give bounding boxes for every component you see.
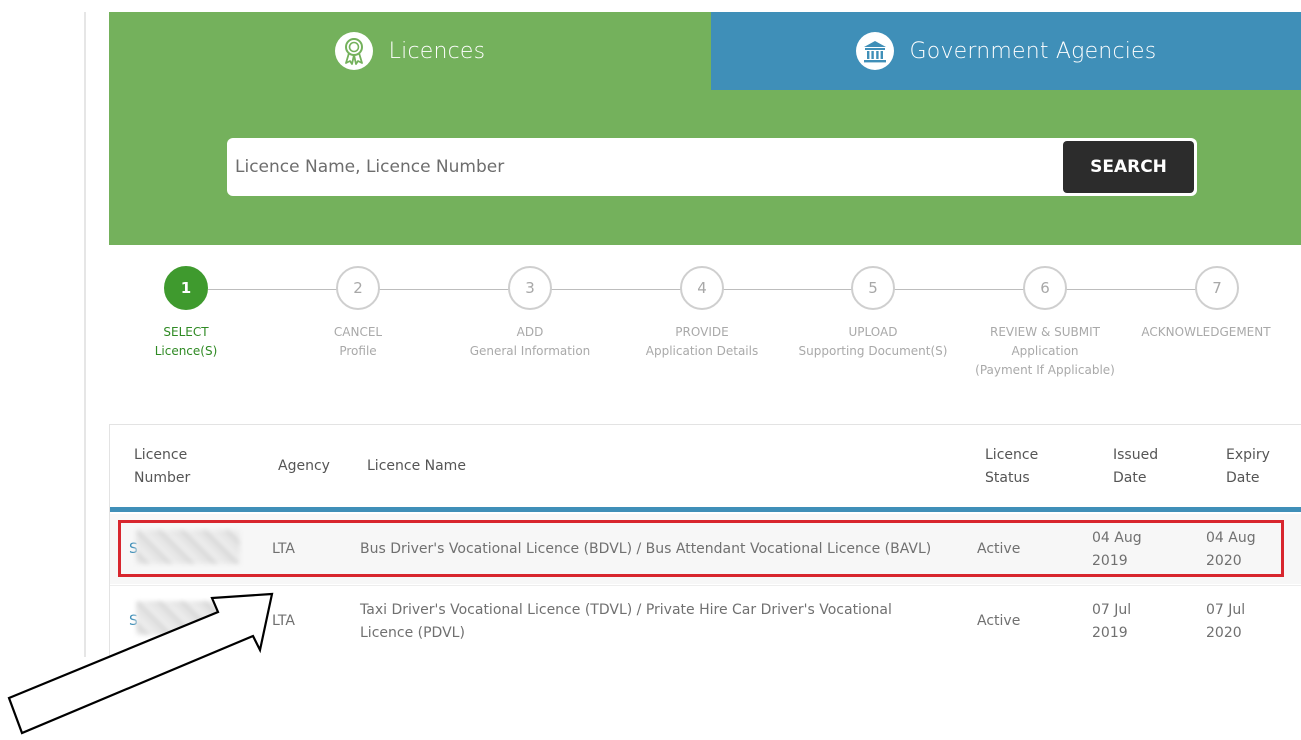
pointer-arrow-icon bbox=[7, 592, 274, 735]
